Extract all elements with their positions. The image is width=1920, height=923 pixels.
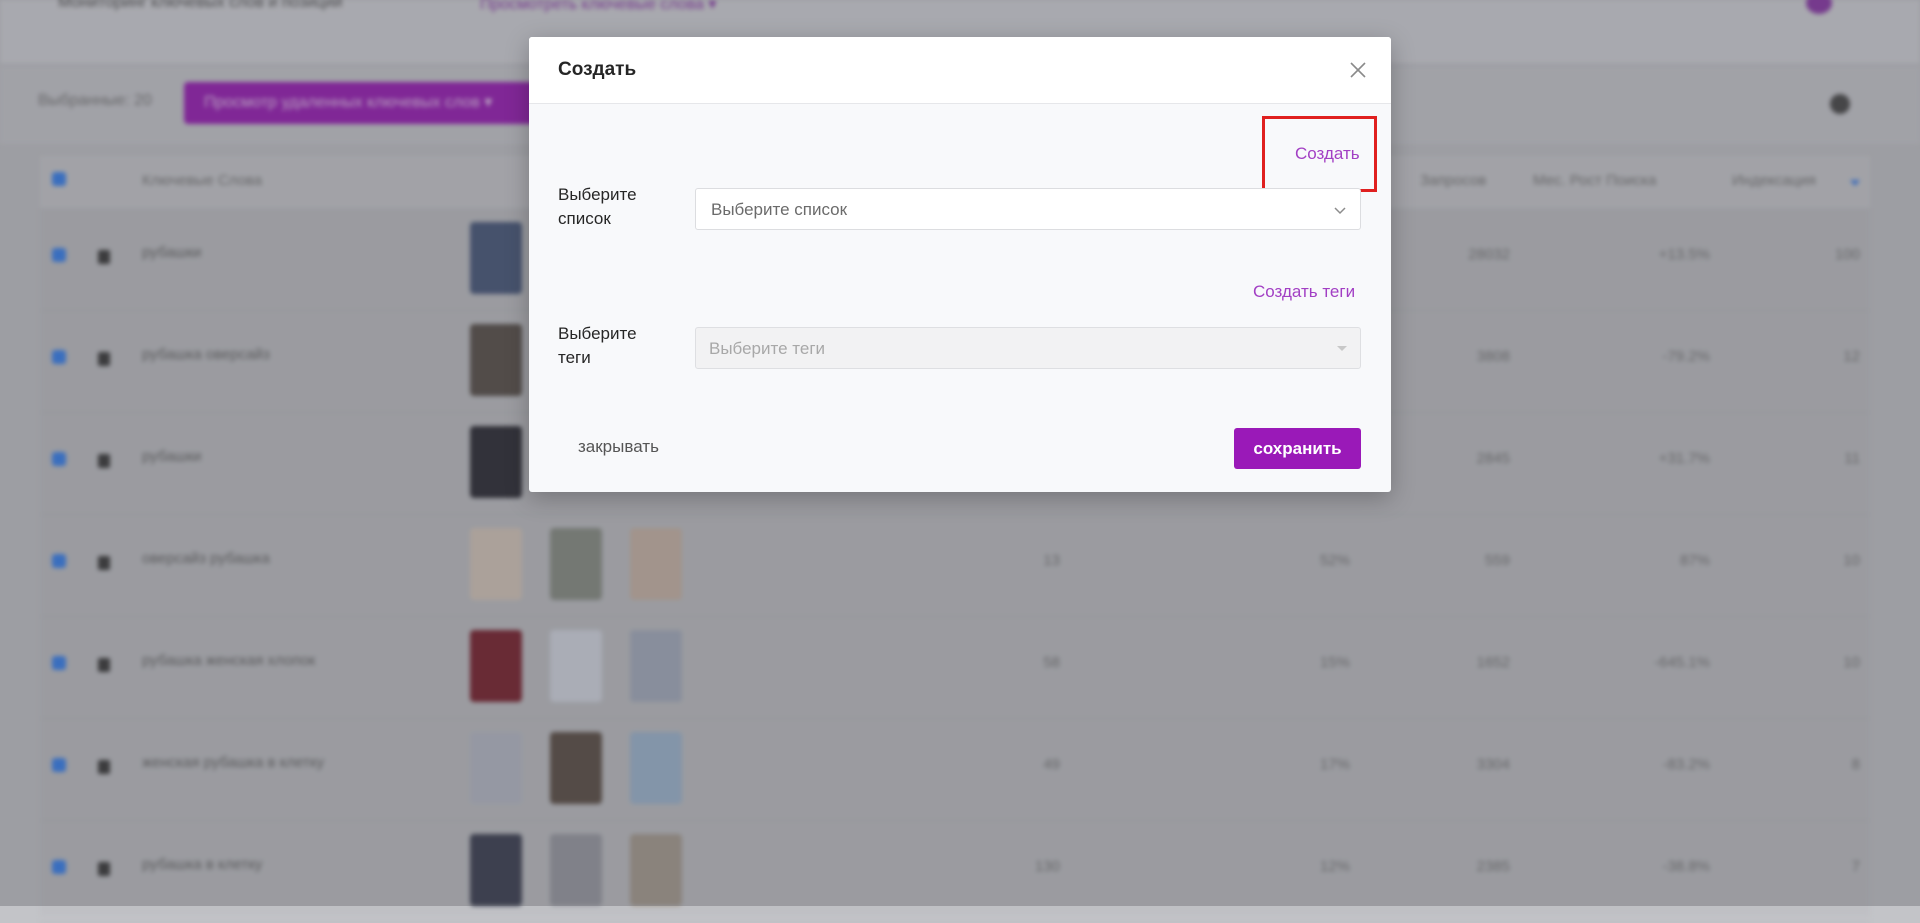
caret-down-icon: [1337, 346, 1347, 351]
tags-select-placeholder: Выберите теги: [709, 339, 826, 358]
chevron-down-icon: [1334, 207, 1346, 215]
modal-header: Создать: [529, 37, 1391, 104]
close-icon[interactable]: [1347, 59, 1369, 81]
close-button[interactable]: закрывать: [578, 437, 659, 457]
create-modal: Создать Создать Выберите список Выберите…: [529, 37, 1391, 492]
list-select-placeholder: Выберите список: [711, 200, 848, 219]
save-button[interactable]: сохранить: [1234, 428, 1361, 469]
tags-select[interactable]: Выберите теги: [695, 327, 1361, 369]
modal-title: Создать: [558, 59, 637, 80]
list-select[interactable]: Выберите список: [695, 188, 1361, 230]
create-list-link[interactable]: Создать: [1295, 144, 1360, 164]
create-tags-link[interactable]: Создать теги: [1253, 282, 1355, 302]
list-label: Выберите список: [558, 185, 637, 228]
tags-label: Выберите теги: [558, 324, 637, 367]
